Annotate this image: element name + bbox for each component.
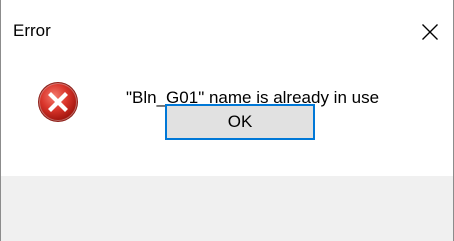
focus-ring <box>169 108 311 136</box>
ok-button[interactable]: OK <box>165 104 315 140</box>
close-icon <box>422 24 438 40</box>
error-icon <box>38 82 78 122</box>
error-dialog: Error "Bln_G01" name is already in use O… <box>0 0 454 241</box>
title-bar: Error <box>1 0 453 64</box>
window-title: Error <box>13 21 51 40</box>
dialog-footer <box>1 176 453 241</box>
close-button[interactable] <box>407 0 453 64</box>
